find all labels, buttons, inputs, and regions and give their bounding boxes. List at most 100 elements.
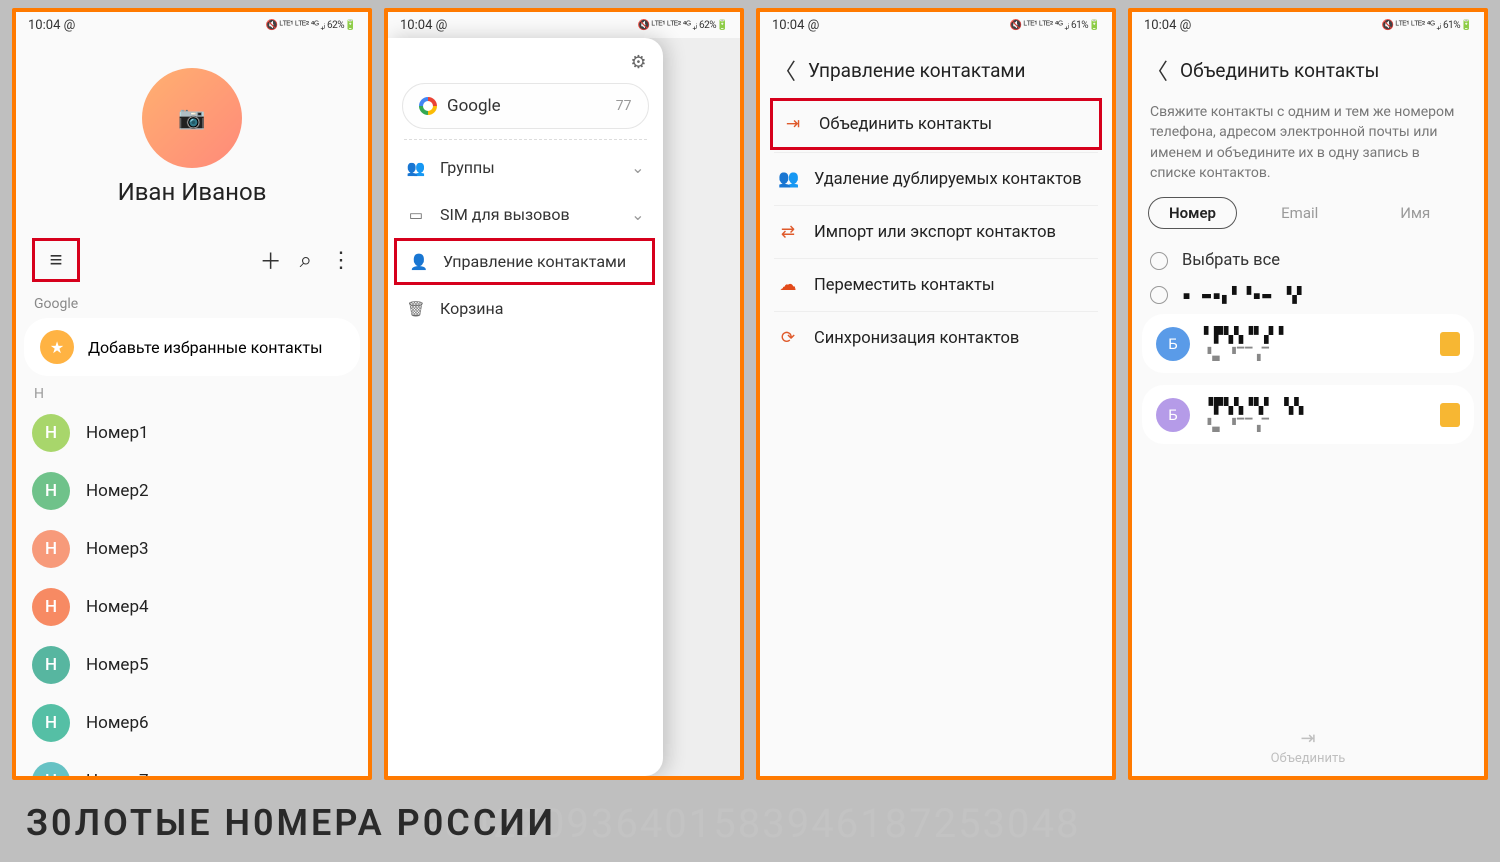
merge-group-1[interactable]: Б ▘▛▚▚▝▘▞▝ ▝▃ ▝▔▔▗▔ [1142, 314, 1474, 373]
item-import-export[interactable]: ⇄ Импорт или экспорт контактов [760, 206, 1112, 258]
chevron-down-icon: ⌄ [631, 205, 644, 224]
back-icon[interactable]: 〈 [774, 54, 796, 86]
contact-name: Номер1 [86, 423, 149, 443]
status-bar: 10:04 @ 🔇 ᴸᵀᴱ¹ ᴸᵀᴱ² ⁴ᴳ ₊ᵢ 61%🔋 [760, 12, 1112, 38]
status-time: 10:04 @ [772, 18, 819, 33]
header: 〈 Объединить контакты [1132, 38, 1484, 96]
section-letter: Н [16, 380, 368, 404]
tab-name[interactable]: Имя [1362, 198, 1468, 228]
status-time: 10:04 @ [400, 18, 447, 33]
gear-icon[interactable]: ⚙ [630, 52, 646, 73]
hamburger-icon[interactable]: ≡ [50, 247, 63, 273]
status-indicators: 🔇 ᴸᵀᴱ¹ ᴸᵀᴱ² ⁴ᴳ ₊ᵢ 62%🔋 [638, 20, 728, 31]
menu-sim[interactable]: ▭ SIM для вызовов ⌄ [388, 191, 663, 238]
search-icon[interactable]: ⌕ [300, 248, 312, 273]
profile-area[interactable]: 📷 Иван Иванов [16, 38, 368, 230]
toolbar: ≡ ＋ ⌕ ⋮ [16, 230, 368, 290]
avatar[interactable]: 📷 [142, 68, 242, 168]
screenshots-row: 10:04 @ 🔇 ᴸᵀᴱ¹ ᴸᵀᴱ² ⁴ᴳ ₊ᵢ 62%🔋 📷 Иван Ив… [0, 0, 1500, 780]
item-label: Импорт или экспорт контактов [814, 223, 1056, 242]
footer: 904270936401583946187253048 З0ЛОТЫЕ Н0МЕ… [0, 784, 1500, 862]
contact-name: Номер5 [86, 655, 149, 675]
contact-name: Номер2 [86, 481, 149, 501]
page-title: Управление контактами [808, 59, 1025, 82]
account-label: Google [16, 290, 368, 314]
cloud-icon: ☁ [778, 275, 798, 295]
item-label: Удаление дублируемых контактов [814, 170, 1082, 189]
select-all-row[interactable]: Выбрать все [1132, 239, 1484, 282]
status-indicators: 🔇 ᴸᵀᴱ¹ ᴸᵀᴱ² ⁴ᴳ ₊ᵢ 62%🔋 [266, 20, 356, 31]
side-drawer: ⚙ Google 77 👥 Группы ⌄ ▭ SIM для вызовов… [388, 38, 663, 776]
contact-name: Номер4 [86, 597, 149, 617]
contact-row[interactable]: Н Номер1 [16, 404, 368, 462]
screen-4: 10:04 @ 🔇 ᴸᵀᴱ¹ ᴸᵀᴱ² ⁴ᴳ ₊ᵢ 61%🔋 〈 Объедин… [1128, 8, 1488, 780]
menu-label: SIM для вызовов [440, 205, 617, 224]
contact-row[interactable]: Н Номер5 [16, 636, 368, 694]
screen-1: 10:04 @ 🔇 ᴸᵀᴱ¹ ᴸᵀᴱ² ⁴ᴳ ₊ᵢ 62%🔋 📷 Иван Ив… [12, 8, 372, 780]
item-move-contacts[interactable]: ☁ Переместить контакты [760, 259, 1112, 311]
contact-badge: Н [32, 704, 70, 742]
divider [404, 139, 647, 140]
contact-name: Номер6 [86, 713, 149, 733]
contact-row[interactable]: Н Номер3 [16, 520, 368, 578]
tabs: Номер Email Имя [1132, 197, 1484, 239]
favorites-row[interactable]: ★ Добавьте избранные контакты [24, 318, 360, 376]
menu-trash[interactable]: 🗑 Корзина [388, 285, 663, 332]
google-count: 77 [616, 98, 632, 114]
contacts-screen: 📷 Иван Иванов ≡ ＋ ⌕ ⋮ Google ★ Добавьте … [16, 38, 368, 776]
more-icon[interactable]: ⋮ [330, 248, 352, 273]
masked-sub: ▝▃ ▝▔▔▗▔ [1204, 418, 1426, 432]
radio-item[interactable] [1150, 286, 1168, 304]
sim-card-icon [1440, 403, 1460, 427]
menu-label: Группы [440, 158, 617, 177]
header: 〈 Управление контактами [760, 38, 1112, 96]
contact-row[interactable]: Н Номер2 [16, 462, 368, 520]
masked-text: ▪︎ ▬▪▖▘▝▪▬ ▝▞ [1182, 286, 1302, 304]
contact-row[interactable]: Н Номер6 [16, 694, 368, 752]
add-icon[interactable]: ＋ [260, 244, 282, 276]
tab-number[interactable]: Номер [1148, 197, 1237, 229]
contact-badge: Н [32, 646, 70, 684]
status-time: 10:04 @ [28, 18, 75, 33]
item-merge-contacts[interactable]: ⇥ Объединить контакты [770, 98, 1102, 150]
merge-contacts-screen: 〈 Объединить контакты Свяжите контакты с… [1132, 38, 1484, 776]
item-delete-duplicates[interactable]: 👥 Удаление дублируемых контактов [760, 153, 1112, 205]
contact-row[interactable]: ННомер7 [16, 752, 368, 776]
chevron-down-icon: ⌄ [631, 158, 644, 177]
menu-manage-contacts[interactable]: 👤 Управление контактами [394, 238, 655, 285]
merge-group-2[interactable]: Б ▝▛▚▚▝▚▘ ▚▚ ▝▃ ▝▔▔▗▔ [1142, 385, 1474, 444]
contact-badge: Н [32, 530, 70, 568]
contact-name: Номер7 [86, 771, 149, 776]
back-icon[interactable]: 〈 [1146, 54, 1168, 86]
profile-name: Иван Иванов [16, 178, 368, 206]
merge-button[interactable]: ⇥ Объединить [1132, 728, 1484, 766]
screen-2: 10:04 @ 🔇 ᴸᵀᴱ¹ ᴸᵀᴱ² ⁴ᴳ ₊ᵢ 62%🔋 ≡ Goo Н ⚙… [384, 8, 744, 780]
merge-action-icon: ⇥ [1132, 728, 1484, 749]
contact-name: Номер3 [86, 539, 149, 559]
menu-groups[interactable]: 👥 Группы ⌄ [388, 144, 663, 191]
contact-badge: Б [1156, 398, 1190, 432]
status-indicators: 🔇 ᴸᵀᴱ¹ ᴸᵀᴱ² ⁴ᴳ ₊ᵢ 61%🔋 [1382, 20, 1472, 31]
masked-sub: ▝▃ ▝▔▔▗▔ [1204, 347, 1426, 361]
status-bar: 10:04 @ 🔇 ᴸᵀᴱ¹ ᴸᵀᴱ² ⁴ᴳ ₊ᵢ 62%🔋 [16, 12, 368, 38]
contact-row[interactable]: ННомер4 [16, 578, 368, 636]
camera-icon: 📷 [178, 106, 205, 131]
contact-badge: Н [32, 414, 70, 452]
highlight-hamburger: ≡ [32, 238, 80, 282]
screen-3: 10:04 @ 🔇 ᴸᵀᴱ¹ ᴸᵀᴱ² ⁴ᴳ ₊ᵢ 61%🔋 〈 Управле… [756, 8, 1116, 780]
star-icon: ★ [40, 330, 74, 364]
trash-icon: 🗑 [406, 300, 426, 318]
merge-icon: ⇥ [783, 114, 803, 134]
masked-row[interactable]: ▪︎ ▬▪▖▘▝▪▬ ▝▞ [1132, 282, 1484, 308]
account-pill-google[interactable]: Google 77 [402, 83, 649, 129]
sim-icon: ▭ [406, 206, 426, 224]
description: Свяжите контакты с одним и тем же номеро… [1132, 96, 1484, 197]
contact-badge: Н [32, 472, 70, 510]
item-sync-contacts[interactable]: ⟳ Синхронизация контактов [760, 312, 1112, 364]
radio-select-all[interactable] [1150, 252, 1168, 270]
masked-name: ▘▛▚▚▝▘▞▝ [1204, 326, 1426, 344]
sync-icon: ⟳ [778, 328, 798, 348]
tab-email[interactable]: Email [1247, 198, 1353, 228]
favorites-label: Добавьте избранные контакты [88, 338, 323, 357]
status-indicators: 🔇 ᴸᵀᴱ¹ ᴸᵀᴱ² ⁴ᴳ ₊ᵢ 61%🔋 [1010, 20, 1100, 31]
